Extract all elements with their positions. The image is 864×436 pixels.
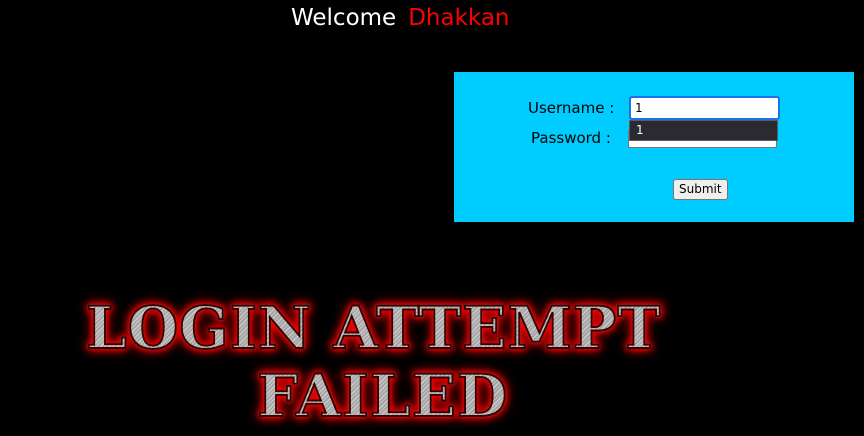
welcome-label: Welcome: [291, 5, 397, 31]
username-input[interactable]: [629, 96, 780, 120]
password-label: Password :: [531, 129, 611, 147]
autofill-suggestion[interactable]: 1: [629, 120, 778, 141]
login-form: Username : Password : 1 Submit: [454, 72, 854, 222]
login-failed-banner-line2: FAILED: [256, 356, 508, 436]
submit-button[interactable]: Submit: [673, 179, 728, 200]
welcome-message: Welcome Dhakkan: [291, 2, 510, 34]
username-label: Username :: [528, 99, 615, 117]
user-name: Dhakkan: [408, 5, 510, 31]
